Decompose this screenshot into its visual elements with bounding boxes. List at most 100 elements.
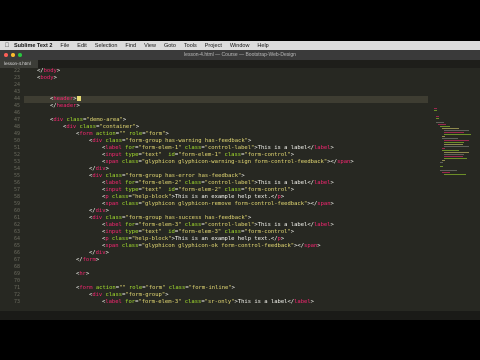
code-line[interactable]: </header> [24, 103, 80, 110]
code-line[interactable]: <label for="form-elem-3" class="sr-only"… [24, 299, 314, 306]
code-token: >This is a label</ [254, 222, 314, 228]
code-line[interactable]: </div> [24, 250, 109, 257]
code-line[interactable]: <input type="text" id="form-elem-1" clas… [24, 152, 294, 159]
code-token: label [105, 180, 122, 186]
code-line[interactable]: <span class="glyphicon glyphicon-warning… [24, 159, 354, 166]
line-number: 23 [13, 75, 20, 81]
code-token: span [337, 159, 351, 165]
code-token: "glyphicon glyphicon-ok form-control-fee… [141, 243, 295, 249]
code-line[interactable]: <input type="text" id="form-elem-3" clas… [24, 229, 294, 236]
text-cursor [76, 96, 81, 101]
status-bar [0, 311, 480, 320]
code-token: >This is a label</ [254, 145, 314, 151]
code-token: class [102, 215, 123, 221]
code-token: "form-elem-1" [138, 145, 182, 151]
minimap[interactable] [428, 68, 480, 311]
code-editor[interactable]: 22 23 24 43 44 45 46 47 48 49 50 51 52 53 54 55 56 57 58 59… [0, 68, 428, 311]
line-number: 68 [13, 264, 20, 270]
minimap-line [438, 124, 447, 125]
line-number: 51 [13, 145, 20, 151]
code-token: </ [89, 250, 96, 256]
code-line[interactable]: <hr> [24, 271, 89, 278]
code-line[interactable]: <p class="help-block">This is an example… [24, 236, 284, 243]
code-line[interactable]: <header> [24, 96, 428, 103]
code-line[interactable]: <label for="form-elem-3" class="control-… [24, 222, 334, 229]
code-token: ></ [294, 243, 305, 249]
code-line[interactable]: <label for="form-elem-2" class="control-… [24, 180, 334, 187]
line-number-gutter: 22 23 24 43 44 45 46 47 48 49 50 51 52 53 54 55 56 57 58 59… [0, 68, 22, 311]
menu-help[interactable]: Help [257, 43, 268, 49]
code-token: >This is an example help text.</ [171, 236, 278, 242]
code-token: > [280, 236, 285, 242]
code-line[interactable]: <div class="container"> [24, 124, 139, 131]
minimap-line [444, 156, 464, 157]
code-line[interactable]: </div> [24, 208, 109, 215]
line-number: 54 [13, 166, 20, 172]
code-line[interactable]: <div class="form-group has-warning has-f… [24, 138, 251, 145]
code-token: "form-elem-3" [138, 222, 182, 228]
menu-project[interactable]: Project [205, 43, 222, 49]
code-area[interactable]: </body> <body> <header> </header> <div class… [24, 68, 428, 311]
code-line[interactable]: <span class="glyphicon glyphicon-ok form… [24, 243, 321, 250]
code-line[interactable]: <form action="" role="form" class="form-… [24, 285, 235, 292]
code-token: "container" [99, 124, 136, 130]
menu-edit[interactable]: Edit [77, 43, 86, 49]
code-line[interactable]: <div class="form-group has-error has-fee… [24, 173, 245, 180]
code-token: > [330, 201, 334, 207]
code-token: >This is a label</ [254, 180, 314, 186]
apple-icon[interactable]:  [0, 43, 14, 49]
line-number: 47 [13, 117, 20, 123]
line-number: 62 [13, 222, 20, 228]
line-number: 70 [13, 278, 20, 284]
code-line[interactable]: </form> [24, 257, 99, 264]
code-line[interactable]: <span class="glyphicon glyphicon-remove … [24, 201, 334, 208]
zoom-window-icon[interactable] [18, 53, 22, 57]
minimize-window-icon[interactable] [11, 53, 15, 57]
menu-app-name[interactable]: Sublime Text 2 [14, 43, 52, 49]
code-token: div [53, 117, 64, 123]
code-token: id [161, 187, 175, 193]
code-line[interactable]: <input type="text" id="form-elem-2" clas… [24, 187, 294, 194]
menu-tools[interactable]: Tools [184, 43, 197, 49]
code-line[interactable]: <div class="demo-area"> [24, 117, 126, 124]
code-token: "control-label" [204, 222, 255, 228]
menu-window[interactable]: Window [230, 43, 250, 49]
minimap-line [444, 134, 471, 135]
code-token: type [121, 187, 139, 193]
code-token: > [290, 187, 295, 193]
minimap-line [440, 166, 443, 167]
close-window-icon[interactable] [4, 53, 8, 57]
menu-goto[interactable]: Goto [164, 43, 176, 49]
code-line[interactable]: </div> [24, 166, 109, 173]
code-line[interactable]: <div class="form-group"> [24, 292, 169, 299]
code-token: for [121, 222, 136, 228]
menu-find[interactable]: Find [125, 43, 136, 49]
minimap-line [444, 130, 469, 131]
menu-view[interactable]: View [144, 43, 156, 49]
code-line[interactable]: <p class="help-block">This is an example… [24, 194, 284, 201]
code-token: > [105, 250, 109, 256]
tab-lesson-4[interactable]: lesson-4.html [0, 60, 38, 68]
code-token: "text" [141, 152, 162, 158]
code-token: > [165, 292, 169, 298]
code-token: class [108, 236, 129, 242]
code-token: label [313, 145, 331, 151]
code-token: class [221, 229, 242, 235]
code-line[interactable]: <body> [24, 75, 57, 82]
code-line[interactable]: <form action="" role="form"> [24, 131, 169, 138]
code-token: span [105, 159, 119, 165]
minimap-line [442, 150, 460, 151]
code-line[interactable]: <div class="form-group has-success has-f… [24, 215, 251, 222]
code-token: class [102, 292, 123, 298]
minimap-line [444, 158, 468, 159]
code-line[interactable]: </body> [24, 68, 60, 75]
line-number: 24 [13, 82, 20, 88]
menu-file[interactable]: File [60, 43, 69, 49]
code-token: "form" [145, 131, 166, 137]
line-number: 65 [13, 243, 20, 249]
minimap-line [444, 146, 469, 147]
window-titlebar: lesson-4.html — Course — Bootstrap-Web-D… [0, 50, 480, 60]
code-token: for [121, 180, 136, 186]
code-line[interactable]: <label for="form-elem-1" class="control-… [24, 145, 334, 152]
menu-selection[interactable]: Selection [95, 43, 118, 49]
